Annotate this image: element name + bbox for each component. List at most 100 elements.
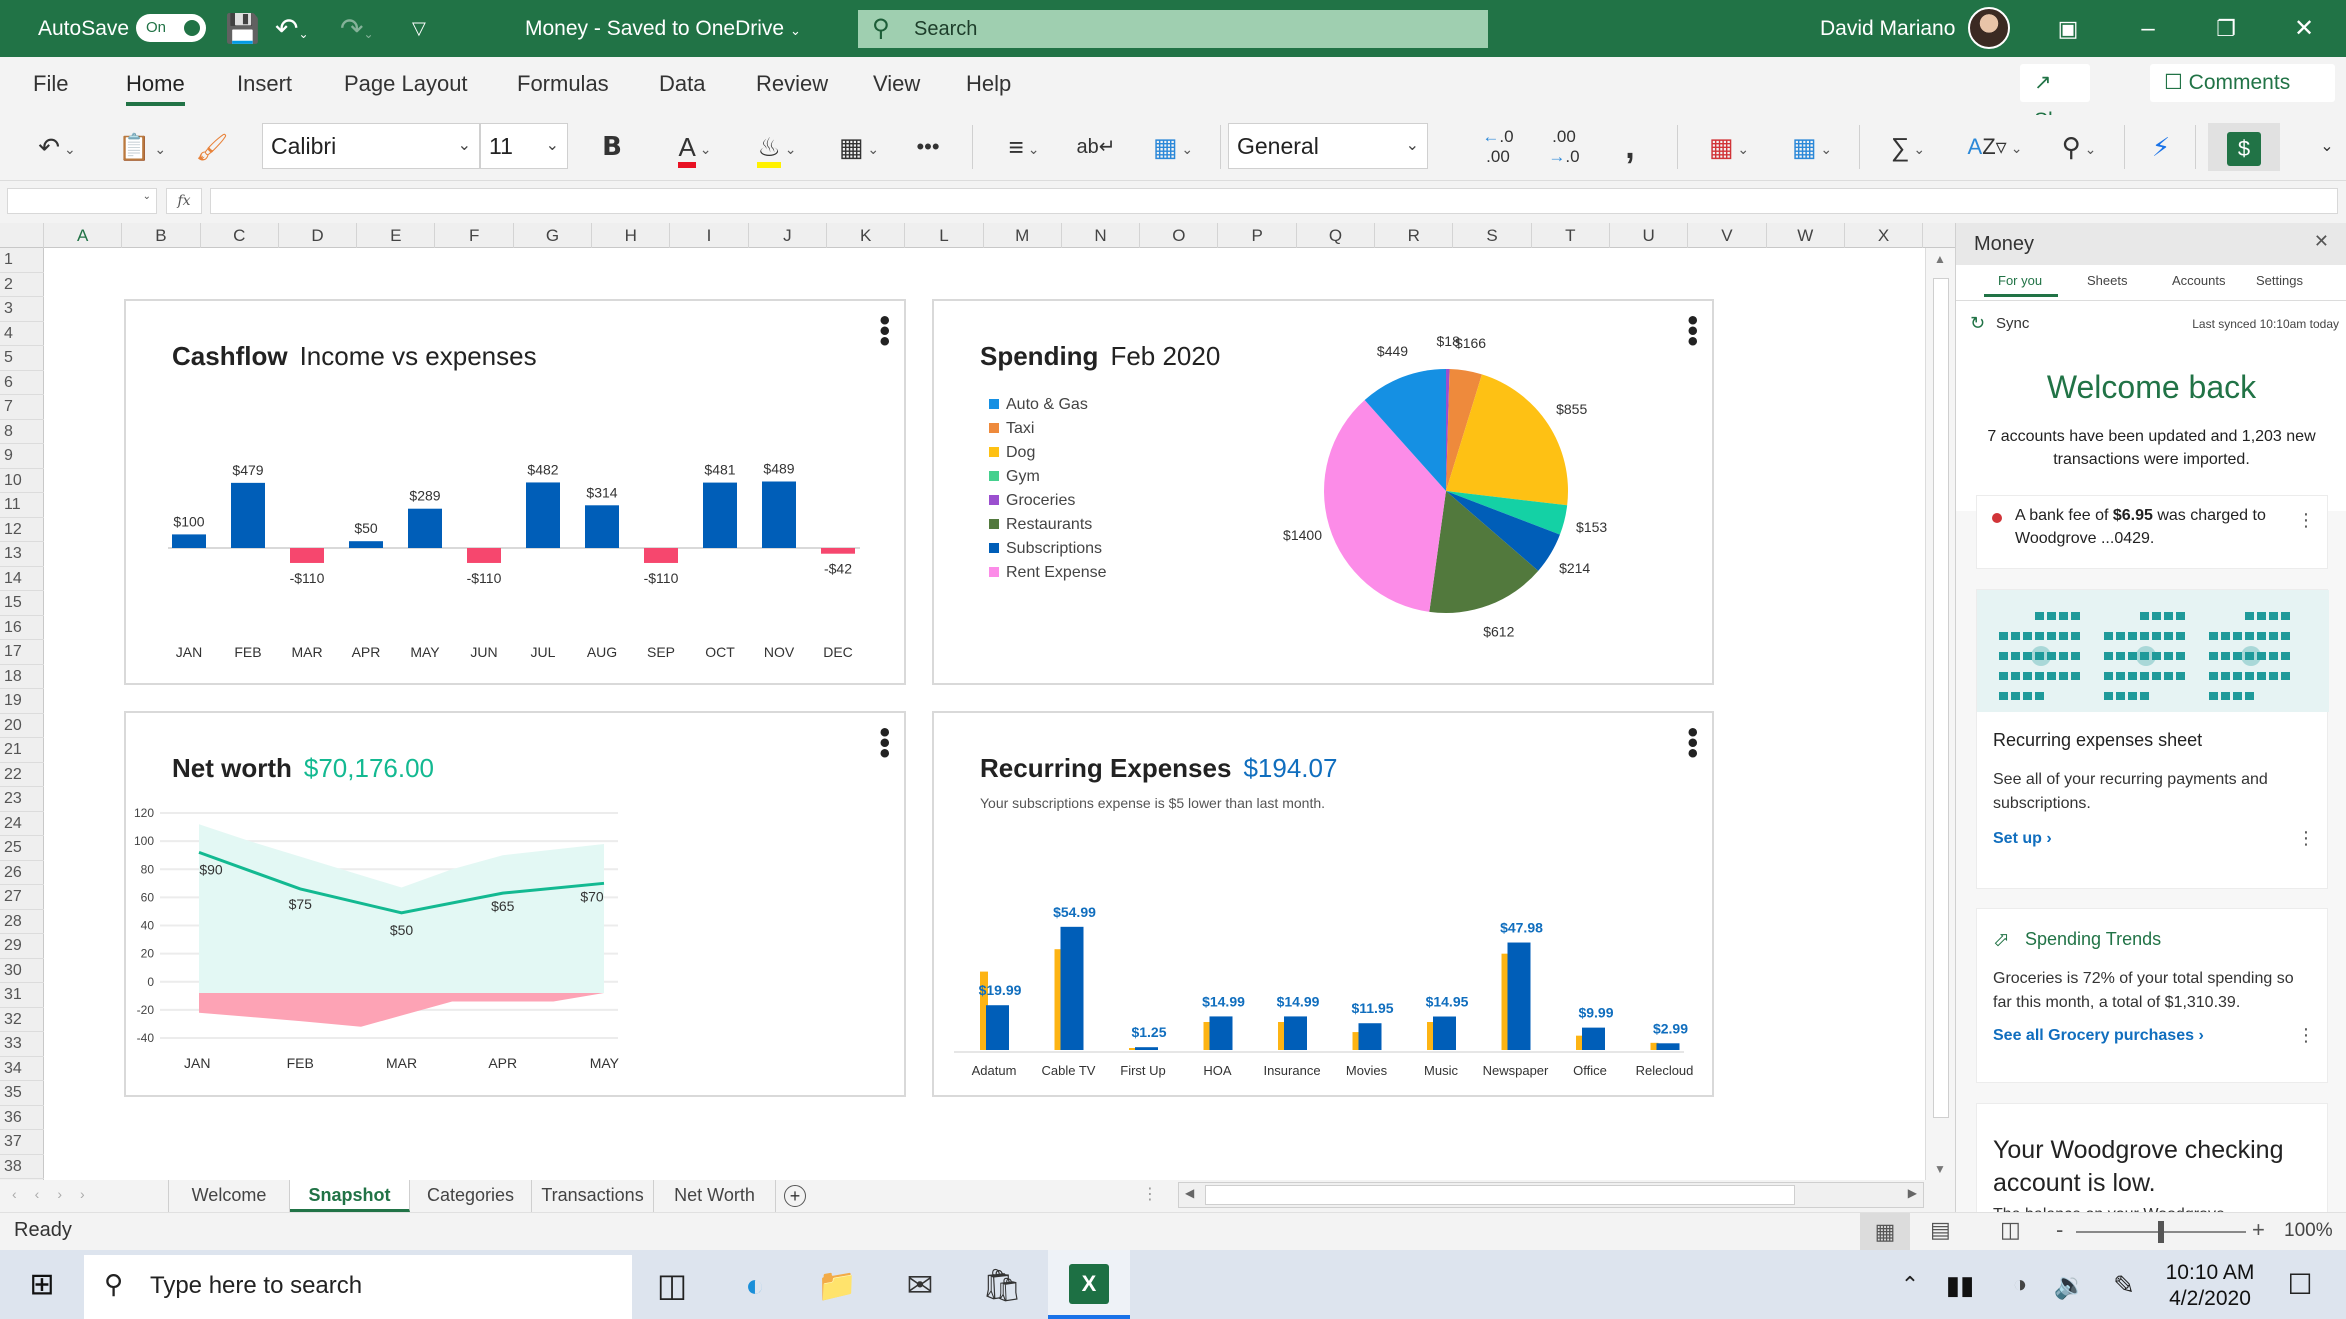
row-header[interactable]: 20	[0, 714, 44, 738]
save-icon[interactable]: 💾	[225, 0, 260, 57]
row-header[interactable]: 9	[0, 444, 44, 469]
number-format-select[interactable]: General ⌄	[1228, 123, 1428, 169]
row-header[interactable]: 13	[0, 542, 44, 567]
row-header[interactable]: 11	[0, 493, 44, 518]
more-options-icon[interactable]: •••	[906, 123, 950, 171]
collapse-ribbon-icon[interactable]: ⌄	[2314, 123, 2340, 171]
close-pane-icon[interactable]: ✕	[2314, 231, 2329, 252]
excel-taskbar-icon[interactable]: X	[1048, 1250, 1130, 1319]
tab-review[interactable]: Review	[756, 71, 828, 97]
zoom-slider-thumb[interactable]	[2158, 1221, 2164, 1243]
column-header[interactable]: U	[1610, 223, 1689, 248]
column-header[interactable]: G	[514, 223, 593, 248]
clock[interactable]: 10:10 AM 4/2/2020	[2160, 1260, 2260, 1312]
column-header[interactable]: W	[1767, 223, 1845, 248]
column-header[interactable]: I	[670, 223, 749, 248]
store-icon[interactable]: 🛍	[972, 1260, 1032, 1310]
undo-icon[interactable]: ↶⌄	[22, 123, 92, 171]
column-header[interactable]: H	[592, 223, 671, 248]
sheet-nav-arrows[interactable]: ‹‹››	[12, 1186, 103, 1202]
column-header[interactable]: P	[1219, 223, 1297, 248]
pen-icon[interactable]: ✎	[2094, 1260, 2154, 1310]
autosum-button[interactable]: ∑ ⌄	[1876, 123, 1940, 171]
row-header[interactable]: 2	[0, 273, 44, 297]
grocery-purchases-link[interactable]: See all Grocery purchases ›	[1993, 1027, 2204, 1045]
set-up-link[interactable]: Set up ›	[1993, 830, 2052, 848]
volume-icon[interactable]: 🔉	[2040, 1260, 2100, 1310]
column-header[interactable]: R	[1375, 223, 1454, 248]
row-header[interactable]: 27	[0, 885, 44, 910]
row-header[interactable]: 23	[0, 787, 44, 812]
row-header[interactable]: 12	[0, 518, 44, 542]
scroll-left-icon[interactable]: ◀	[1185, 1186, 1194, 1200]
column-header[interactable]: V	[1688, 223, 1767, 248]
sheet-tab-welcome[interactable]: Welcome	[168, 1180, 290, 1212]
insert-function-button[interactable]: fx	[166, 188, 202, 214]
row-header[interactable]: 15	[0, 591, 44, 616]
row-header[interactable]: 36	[0, 1106, 44, 1130]
tab-insert[interactable]: Insert	[237, 71, 292, 97]
row-header[interactable]: 37	[0, 1130, 44, 1155]
column-header[interactable]: A	[44, 223, 123, 248]
column-header[interactable]: E	[357, 223, 436, 248]
merge-button[interactable]: ▦ ⌄	[1140, 123, 1206, 171]
file-explorer-icon[interactable]: 📁	[807, 1260, 867, 1310]
more-options-icon[interactable]: ⋮	[2297, 828, 2315, 849]
tab-view[interactable]: View	[873, 71, 920, 97]
scroll-up-icon[interactable]: ▲	[1934, 252, 1946, 266]
tab-data[interactable]: Data	[659, 71, 705, 97]
select-all-corner[interactable]	[0, 223, 44, 248]
battery-icon[interactable]: ▮▮	[1930, 1260, 1990, 1310]
zoom-out-icon[interactable]: -	[2056, 1217, 2063, 1243]
ribbon-display-icon[interactable]: ▣	[2038, 0, 2098, 57]
row-header[interactable]: 28	[0, 910, 44, 934]
find-button[interactable]: ⚲ ⌄	[2046, 123, 2112, 171]
column-header[interactable]: B	[122, 223, 201, 248]
paste-icon[interactable]: 📋 ⌄	[112, 123, 172, 171]
more-options-icon[interactable]: ⋮	[2297, 510, 2315, 531]
row-header[interactable]: 21	[0, 738, 44, 763]
mail-icon[interactable]: ✉	[890, 1260, 950, 1310]
formula-input[interactable]	[210, 188, 2338, 214]
row-header[interactable]: 8	[0, 420, 44, 444]
pane-tab-for-you[interactable]: For you	[1983, 273, 2059, 297]
task-view-icon[interactable]: ◫	[642, 1260, 702, 1310]
sort-filter-button[interactable]: AZ▿ ⌄	[1960, 123, 2030, 171]
close-icon[interactable]: ✕	[2274, 0, 2334, 57]
zoom-level[interactable]: 100%	[2284, 1220, 2333, 1242]
comments-button[interactable]: ☐ Comments	[2150, 64, 2335, 102]
money-addin-button[interactable]: $	[2208, 123, 2280, 171]
row-header[interactable]: 19	[0, 689, 44, 714]
column-header[interactable]: N	[1062, 223, 1141, 248]
row-header[interactable]: 14	[0, 567, 44, 591]
sheet-tab-net-worth[interactable]: Net Worth	[654, 1180, 776, 1212]
decrease-decimal-icon[interactable]: .00 →.0	[1536, 123, 1592, 171]
column-header[interactable]: X	[1845, 223, 1924, 248]
row-header[interactable]: 17	[0, 640, 44, 665]
scroll-thumb[interactable]	[1933, 278, 1949, 1118]
row-header[interactable]: 34	[0, 1057, 44, 1081]
row-header[interactable]: 3	[0, 297, 44, 322]
autosave-toggle[interactable]: On	[136, 14, 206, 42]
scroll-right-icon[interactable]: ▶	[1908, 1186, 1917, 1200]
sync-button[interactable]: Sync	[1996, 315, 2029, 332]
tab-page-layout[interactable]: Page Layout	[344, 71, 468, 97]
minimize-icon[interactable]: –	[2118, 0, 2178, 57]
vertical-scrollbar[interactable]: ▲ ▼	[1925, 248, 1955, 1180]
column-header[interactable]: M	[984, 223, 1062, 248]
alert-card[interactable]: A bank fee of $6.95 was charged to Woodg…	[1976, 495, 2328, 569]
font-color-button[interactable]: A ⌄	[660, 123, 730, 171]
redo-icon[interactable]: ↷⌄	[340, 0, 374, 57]
avatar[interactable]	[1968, 7, 2010, 49]
edge-icon[interactable]: ◐	[725, 1260, 785, 1310]
customize-qat-icon[interactable]: ▽	[412, 0, 426, 57]
share-button[interactable]: ↗ Share	[2020, 64, 2090, 132]
document-title[interactable]: Money - Saved to OneDrive ⌄	[525, 0, 801, 57]
undo-icon[interactable]: ↶⌄	[275, 0, 309, 57]
taskbar-search[interactable]: ⚲ Type here to search	[84, 1255, 632, 1319]
increase-decimal-icon[interactable]: ←.0.00	[1470, 123, 1526, 171]
row-header[interactable]: 33	[0, 1032, 44, 1057]
row-header[interactable]: 29	[0, 934, 44, 959]
column-header[interactable]: Q	[1297, 223, 1376, 248]
row-header[interactable]: 26	[0, 861, 44, 885]
